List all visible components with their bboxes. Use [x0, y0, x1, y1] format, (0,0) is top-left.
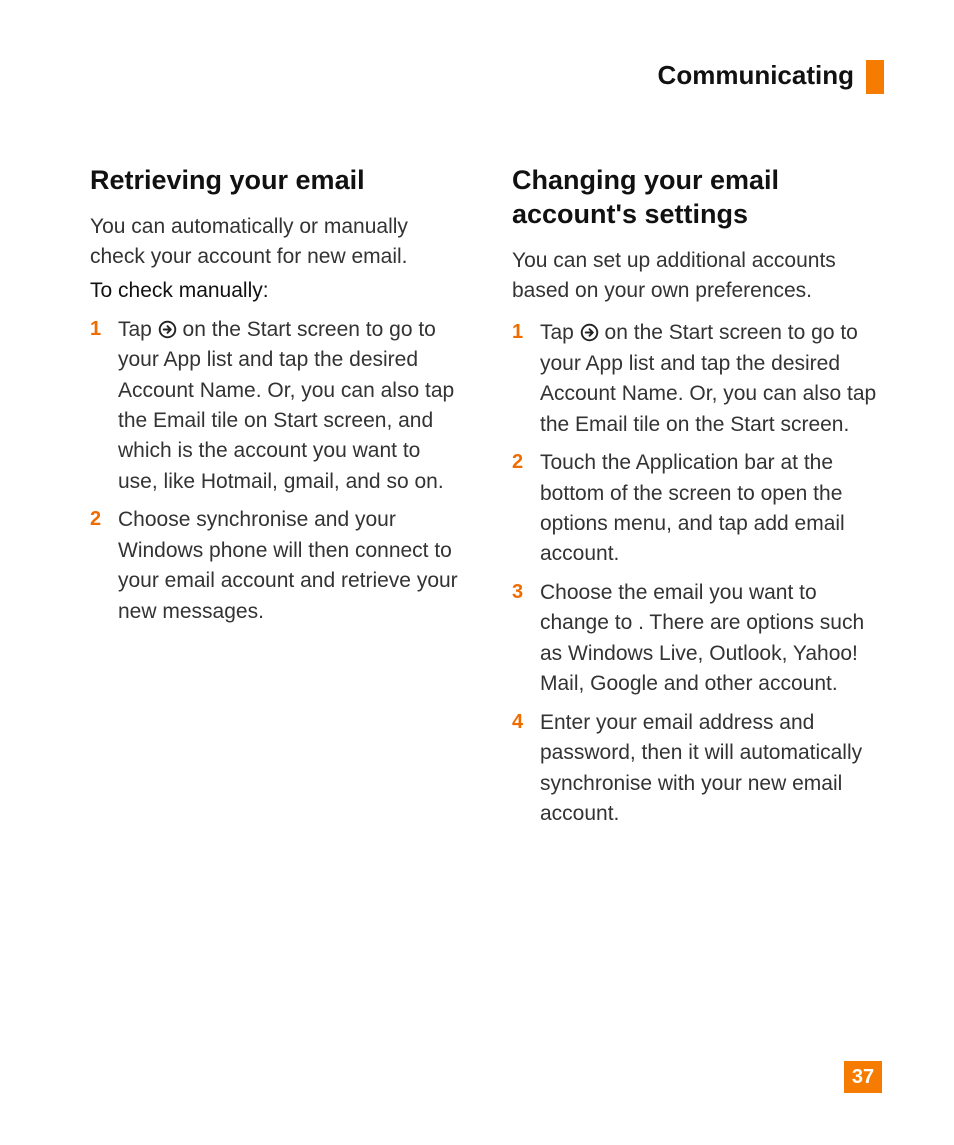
left-heading: Retrieving your email	[90, 164, 462, 198]
right-steps: 1 Tap on the Start screen to go to your …	[512, 318, 884, 829]
step-number: 1	[90, 315, 101, 344]
right-intro: You can set up additional accounts based…	[512, 246, 884, 307]
step-text: Choose synchronise and your Windows phon…	[118, 508, 458, 622]
arrow-circle-icon	[158, 318, 177, 337]
step-text: Enter your email address and password, t…	[540, 711, 862, 825]
list-item: 1 Tap on the Start screen to go to your …	[512, 318, 884, 440]
manual-page: Communicating Retrieving your email You …	[0, 0, 954, 1145]
list-item: 4 Enter your email address and password,…	[512, 708, 884, 830]
list-item: 1 Tap on the Start screen to go to your …	[90, 315, 462, 498]
step-number: 1	[512, 318, 523, 347]
page-number-badge: 37	[844, 1061, 882, 1093]
right-column: Changing your email account's settings Y…	[512, 164, 884, 837]
content-columns: Retrieving your email You can automatica…	[90, 164, 884, 837]
step-number: 4	[512, 708, 523, 737]
left-steps: 1 Tap on the Start screen to go to your …	[90, 315, 462, 627]
page-header: Communicating	[90, 60, 884, 94]
arrow-circle-icon	[580, 321, 599, 340]
header-accent-bar	[866, 60, 884, 94]
step-text-before: Tap	[118, 318, 158, 341]
right-heading: Changing your email account's settings	[512, 164, 884, 232]
step-text: Choose the email you want to change to .…	[540, 581, 864, 695]
section-title: Communicating	[658, 60, 854, 91]
step-text: Touch the Application bar at the bottom …	[540, 451, 845, 565]
step-text-after: on the Start screen to go to your App li…	[118, 318, 454, 493]
list-item: 2 Choose synchronise and your Windows ph…	[90, 505, 462, 627]
list-item: 2 Touch the Application bar at the botto…	[512, 448, 884, 570]
step-number: 2	[90, 505, 101, 534]
step-number: 3	[512, 578, 523, 607]
step-number: 2	[512, 448, 523, 477]
step-text-before: Tap	[540, 321, 580, 344]
left-subhead: To check manually:	[90, 279, 462, 303]
left-intro: You can automatically or manually check …	[90, 212, 462, 273]
left-column: Retrieving your email You can automatica…	[90, 164, 462, 837]
list-item: 3 Choose the email you want to change to…	[512, 578, 884, 700]
